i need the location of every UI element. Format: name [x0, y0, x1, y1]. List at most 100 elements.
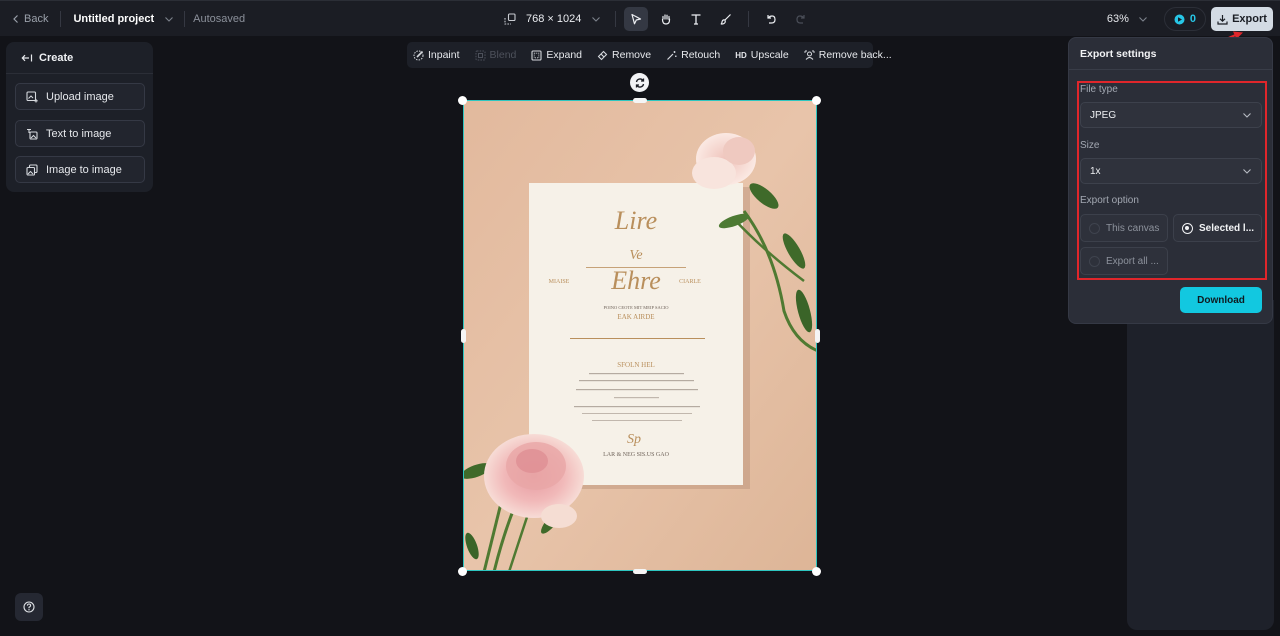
create-panel-header[interactable]: Create: [6, 42, 153, 74]
image-to-image-label: Image to image: [46, 163, 122, 176]
export-option-export-all[interactable]: Export all ...: [1080, 247, 1168, 275]
select-tool-button[interactable]: [624, 7, 649, 31]
retouch-button[interactable]: Retouch: [666, 49, 720, 61]
top-bar-center: 768 × 1024: [504, 1, 819, 37]
resize-handle-bottom[interactable]: [633, 569, 647, 574]
credits-count: 0: [1189, 13, 1196, 25]
size-select[interactable]: 1x: [1080, 158, 1262, 184]
image-edit-toolbar: Inpaint Blend Expand Remove Retouch HD U…: [407, 42, 892, 68]
hd-icon: HD: [735, 50, 747, 60]
card-monogram: Sp: [627, 432, 641, 447]
download-button[interactable]: Download: [1180, 287, 1262, 313]
remove-background-button[interactable]: Remove back...: [804, 49, 892, 61]
save-status: Autosaved: [193, 13, 246, 25]
cursor-arrow-icon: [631, 13, 642, 25]
top-bar-right: 63% 0 Export: [1107, 1, 1273, 37]
hand-tool-button[interactable]: [654, 7, 678, 31]
resize-handle-bottom-right[interactable]: [812, 567, 821, 576]
option-label: This canvas: [1106, 222, 1160, 234]
undo-icon: [767, 15, 776, 24]
export-option-label: Export option: [1080, 195, 1139, 206]
chevron-down-icon: [1243, 169, 1251, 174]
resize-handle-bottom-left[interactable]: [458, 567, 467, 576]
invitation-photo: Lire Ve MIAISE Ehre CIARLE POINO CEOTE M…: [464, 101, 816, 570]
project-title: Untitled project: [73, 13, 155, 25]
upload-image-button[interactable]: Upload image: [15, 83, 145, 110]
inpaint-button[interactable]: Inpaint: [413, 49, 460, 61]
option-label: Selected l...: [1199, 222, 1255, 234]
remove-label: Remove: [612, 49, 652, 61]
right-side-panel: [1127, 300, 1274, 630]
zoom-dropdown[interactable]: 63%: [1107, 13, 1148, 25]
redo-button[interactable]: [789, 7, 813, 31]
resize-handle-top-right[interactable]: [812, 96, 821, 105]
radio-selected-icon: [1182, 222, 1193, 234]
create-panel: Create Upload image Text to image Image …: [6, 42, 153, 192]
blend-button[interactable]: Blend: [475, 49, 517, 61]
card-line: [574, 406, 700, 408]
left-name: MIAISE: [549, 279, 570, 285]
rotate-handle[interactable]: [630, 73, 649, 92]
resize-handle-top[interactable]: [633, 98, 647, 103]
card-line: [579, 380, 694, 382]
project-title-dropdown[interactable]: Untitled project: [73, 13, 174, 25]
script-name: Ehre: [610, 266, 661, 295]
size-value: 1x: [1090, 165, 1101, 177]
radio-unselected-icon: [1089, 222, 1100, 234]
card-line: LAR & NEG SIS.US GAO: [603, 452, 670, 458]
canvas-image[interactable]: Lire Ve MIAISE Ehre CIARLE POINO CEOTE M…: [463, 100, 817, 571]
divider: [184, 11, 186, 27]
expand-icon: [531, 49, 542, 61]
option-label: Export all ...: [1106, 255, 1159, 267]
script-sub: Ve: [629, 248, 642, 263]
undo-button[interactable]: [759, 7, 783, 31]
export-button[interactable]: Export: [1211, 7, 1273, 31]
chevron-down-icon: [165, 17, 174, 22]
inpaint-label: Inpaint: [428, 49, 460, 61]
export-option-selected-layers[interactable]: Selected l...: [1173, 214, 1262, 242]
card-line: POINO CEOTE MIT MEIP SACIO: [603, 305, 669, 310]
upload-image-icon: [26, 90, 38, 102]
credits-badge[interactable]: 0: [1163, 7, 1206, 31]
chevron-down-icon: [592, 17, 601, 22]
resize-handle-left[interactable]: [461, 329, 466, 343]
text-icon: [691, 14, 701, 25]
text-tool-button[interactable]: [684, 7, 708, 31]
card-line: [589, 373, 684, 375]
card-line: [614, 397, 659, 399]
retouch-label: Retouch: [681, 49, 721, 61]
remove-button[interactable]: Remove: [597, 49, 651, 61]
expand-button[interactable]: Expand: [531, 49, 582, 61]
hand-icon: [662, 14, 671, 25]
brush-tool-button[interactable]: [714, 7, 738, 31]
resize-handle-right[interactable]: [815, 329, 820, 343]
script-title: Lire: [614, 206, 657, 235]
blend-icon: [475, 50, 486, 60]
card-rule: [570, 338, 705, 339]
credit-coin-icon: [1174, 14, 1185, 24]
resize-icon: [504, 13, 516, 25]
card-line: EAK AIRDE: [617, 313, 654, 321]
chevron-left-icon: [13, 15, 18, 23]
zoom-level: 63%: [1106, 13, 1129, 25]
top-bar-left: Back Untitled project Autosaved: [12, 1, 245, 37]
collapse-left-icon: [21, 54, 33, 61]
divider: [615, 11, 617, 27]
help-button[interactable]: [15, 593, 43, 621]
upscale-button[interactable]: HD Upscale: [735, 49, 789, 61]
export-settings-popover: Export settings File type JPEG Size 1x E…: [1068, 37, 1273, 324]
back-button[interactable]: Back: [12, 13, 48, 25]
blend-label: Blend: [489, 49, 517, 61]
card-line: [592, 420, 682, 421]
upload-image-label: Upload image: [46, 90, 114, 103]
image-to-image-button[interactable]: Image to image: [15, 156, 145, 183]
redo-icon: [796, 15, 805, 24]
text-to-image-button[interactable]: Text to image: [15, 120, 145, 147]
file-type-label: File type: [1080, 84, 1118, 95]
resize-handle-top-left[interactable]: [458, 96, 467, 105]
card-line: [582, 413, 692, 414]
export-option-this-canvas[interactable]: This canvas: [1080, 214, 1168, 242]
canvas-size-dropdown[interactable]: 768 × 1024: [504, 13, 601, 25]
file-type-select[interactable]: JPEG: [1080, 102, 1262, 128]
size-label: Size: [1080, 140, 1100, 151]
